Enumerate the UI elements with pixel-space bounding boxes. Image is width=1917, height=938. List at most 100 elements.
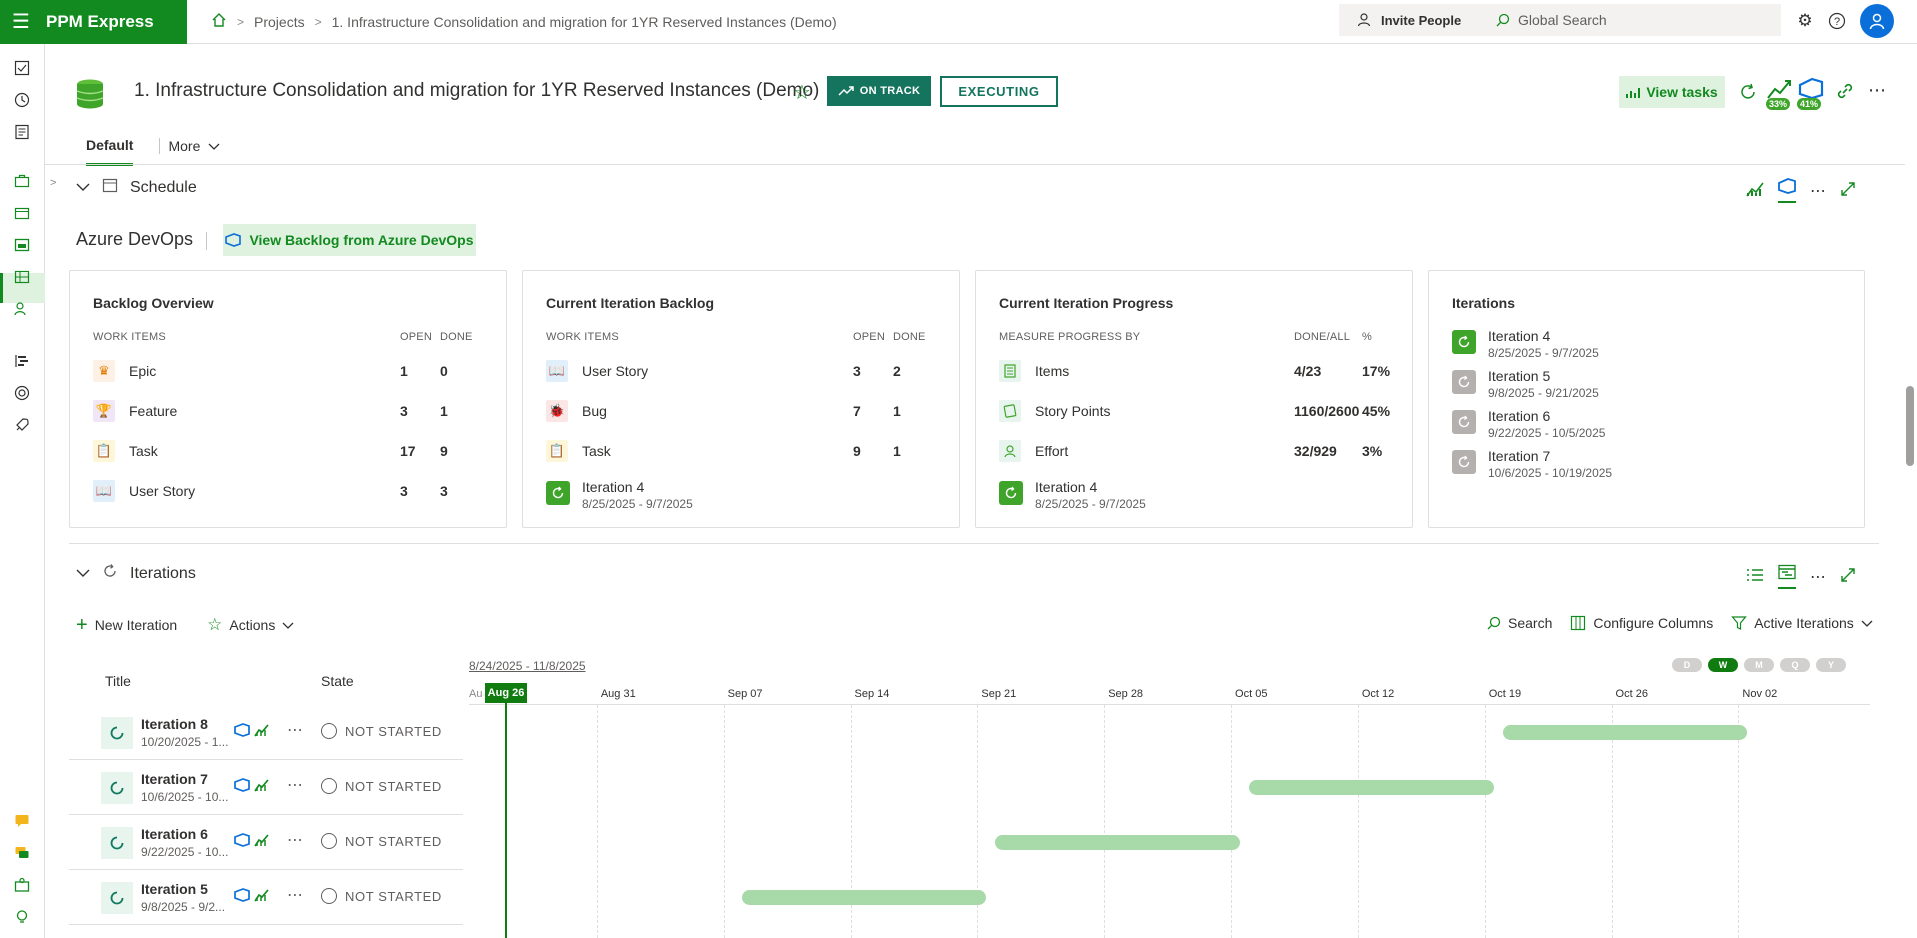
iteration-gantt-bar[interactable] (995, 835, 1241, 850)
tab-default[interactable]: Default (86, 137, 134, 166)
objectives-target-icon[interactable] (11, 382, 33, 404)
list-item[interactable]: Effort (999, 439, 1068, 463)
favorite-star-icon[interactable]: ☆ (793, 80, 811, 105)
list-item[interactable]: Items (999, 359, 1069, 383)
iteration-gantt-bar[interactable] (1502, 725, 1748, 740)
chat-icon[interactable] (11, 842, 33, 864)
list-view-icon[interactable] (1746, 567, 1764, 586)
link-icon[interactable] (1836, 82, 1854, 103)
search-button[interactable]: Search (1487, 615, 1552, 631)
avatar[interactable] (1860, 4, 1894, 38)
gear-icon[interactable]: ⚙ (1794, 10, 1816, 32)
iteration-name[interactable]: Iteration 7 (141, 771, 208, 787)
collapse-rail-chevron-icon[interactable]: > (50, 177, 56, 189)
scrollbar-thumb[interactable] (1906, 386, 1914, 466)
refresh-icon[interactable] (1738, 82, 1758, 105)
home-icon[interactable] (211, 12, 227, 31)
list-item[interactable]: Story Points (999, 399, 1110, 423)
progress-chart-icon[interactable] (254, 723, 270, 740)
status-badge[interactable]: ON TRACK (827, 76, 931, 106)
stage-badge[interactable]: EXECUTING (940, 76, 1058, 107)
breadcrumb-projects[interactable]: Projects (254, 14, 305, 30)
more-options-icon[interactable]: ⋯ (1868, 80, 1886, 101)
chevron-down-icon[interactable] (76, 179, 90, 197)
column-header-state[interactable]: State (321, 673, 354, 689)
table-row[interactable]: Iteration 7 10/6/2025 - 10... ⋯ NOT STAR… (69, 760, 463, 815)
timeline-date-range[interactable]: 8/24/2025 - 11/8/2025 (469, 659, 586, 673)
invite-people-button[interactable]: Invite People (1339, 4, 1487, 36)
iteration-name[interactable]: Iteration 6 (141, 826, 208, 842)
scale-week[interactable]: W (1708, 658, 1738, 672)
expand-icon[interactable] (1840, 181, 1856, 200)
configure-columns-button[interactable]: Configure Columns (1570, 615, 1713, 631)
scale-month[interactable]: M (1744, 658, 1774, 672)
people-icon[interactable] (11, 298, 33, 320)
iterations-section-header[interactable]: Iterations (76, 563, 196, 584)
schedule-section-header[interactable]: Schedule (76, 177, 197, 198)
azure-devops-icon[interactable] (234, 833, 250, 850)
tab-more[interactable]: More (159, 138, 220, 154)
resources-grid-icon[interactable] (11, 266, 33, 288)
column-header-title[interactable]: Title (105, 673, 131, 689)
list-item[interactable]: 📖 User Story (93, 479, 195, 503)
table-row[interactable]: Iteration 8 10/20/2025 - 1... ⋯ NOT STAR… (69, 705, 463, 760)
expand-icon[interactable] (1840, 567, 1856, 586)
view-tasks-button[interactable]: View tasks (1619, 76, 1725, 108)
list-item[interactable]: 📋 Task (93, 439, 158, 463)
iteration-name[interactable]: Iteration 5 (141, 881, 208, 897)
timeline-view-icon[interactable] (1778, 564, 1796, 589)
scale-quarter[interactable]: Q (1780, 658, 1810, 672)
list-item[interactable]: 🐞 Bug (546, 399, 607, 423)
chart-view-icon[interactable] (1746, 181, 1764, 200)
iteration-gantt-bar[interactable] (1249, 780, 1494, 795)
document-icon[interactable] (11, 121, 33, 143)
azure-devops-icon[interactable] (234, 778, 250, 795)
view-backlog-button[interactable]: View Backlog from Azure DevOps (223, 224, 476, 256)
hamburger-menu-icon[interactable]: ☰ (12, 12, 32, 32)
brand-area[interactable]: ☰ PPM Express (0, 0, 187, 44)
more-options-icon[interactable]: ⋯ (1810, 181, 1826, 201)
tasks-checkbox-icon[interactable] (11, 57, 33, 79)
rocket-icon[interactable] (11, 414, 33, 436)
row-more-icon[interactable]: ⋯ (287, 720, 303, 740)
actions-dropdown[interactable]: ☆ Actions (207, 615, 294, 635)
global-search-input[interactable]: Global Search (1484, 4, 1781, 36)
list-item[interactable]: 📖 User Story (546, 359, 648, 383)
scale-day[interactable]: D (1672, 658, 1702, 672)
iteration-gantt-bar[interactable] (741, 890, 987, 905)
brand-logo[interactable]: PPM Express (46, 12, 154, 32)
table-row[interactable]: Iteration 6 9/22/2025 - 10... ⋯ NOT STAR… (69, 815, 463, 870)
current-iteration-item[interactable]: Iteration 4 8/25/2025 - 9/7/2025 (546, 479, 693, 515)
list-item[interactable]: Iteration 5 9/8/2025 - 9/21/2025 (1452, 368, 1599, 404)
roadmap-icon[interactable] (11, 350, 33, 372)
list-item[interactable]: ♛ Epic (93, 359, 156, 383)
scale-year[interactable]: Y (1816, 658, 1846, 672)
portfolio-icon[interactable] (11, 170, 33, 192)
clock-icon[interactable] (11, 89, 33, 111)
azure-devops-icon[interactable] (1778, 178, 1796, 203)
list-item[interactable]: Iteration 7 10/6/2025 - 10/19/2025 (1452, 448, 1612, 484)
list-item[interactable]: 📋 Task (546, 439, 611, 463)
help-icon[interactable]: ? (1826, 10, 1848, 32)
progress-chart-icon[interactable] (254, 833, 270, 850)
azure-devops-icon[interactable] (234, 888, 250, 905)
table-row[interactable]: Iteration 5 9/8/2025 - 9/2... ⋯ NOT STAR… (69, 870, 463, 925)
list-item[interactable]: 🏆 Feature (93, 399, 177, 423)
row-more-icon[interactable]: ⋯ (287, 830, 303, 850)
current-iteration-item[interactable]: Iteration 4 8/25/2025 - 9/7/2025 (999, 479, 1146, 515)
row-more-icon[interactable]: ⋯ (287, 775, 303, 795)
chevron-down-icon[interactable] (76, 565, 90, 583)
row-more-icon[interactable]: ⋯ (287, 885, 303, 905)
list-item[interactable]: Iteration 4 8/25/2025 - 9/7/2025 (1452, 328, 1599, 364)
progress-chart-icon[interactable] (254, 778, 270, 795)
more-options-icon[interactable]: ⋯ (1810, 567, 1826, 587)
progress-chart-icon[interactable] (254, 888, 270, 905)
store-icon[interactable] (11, 874, 33, 896)
list-item[interactable]: Iteration 6 9/22/2025 - 10/5/2025 (1452, 408, 1605, 444)
programs-icon[interactable] (11, 202, 33, 224)
lightbulb-icon[interactable] (11, 906, 33, 928)
new-iteration-button[interactable]: + New Iteration (76, 615, 177, 635)
iteration-name[interactable]: Iteration 8 (141, 716, 208, 732)
breadcrumb-project[interactable]: 1. Infrastructure Consolidation and migr… (332, 14, 837, 30)
page-scrollbar[interactable] (1904, 166, 1917, 938)
